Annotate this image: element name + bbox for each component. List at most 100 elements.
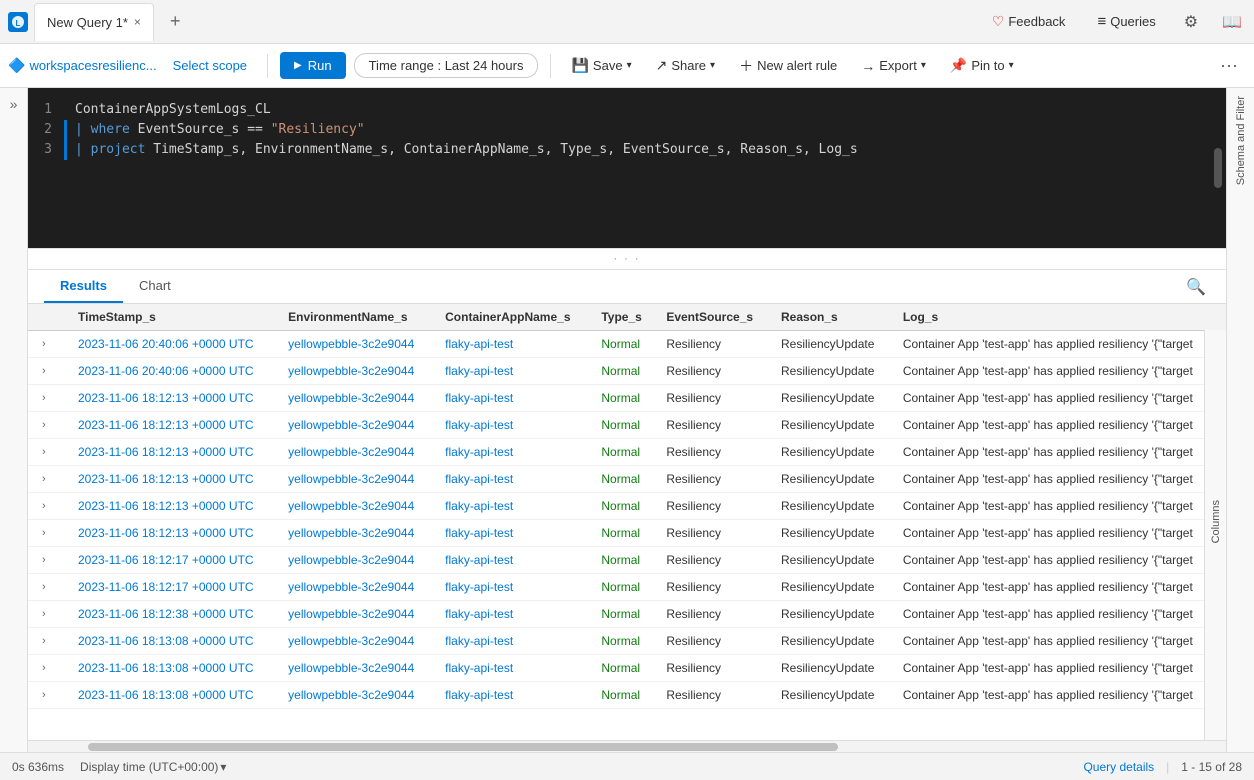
more-button[interactable]: ··· (1212, 51, 1246, 80)
row-expand-1[interactable]: › (28, 358, 68, 385)
col-header-appname[interactable]: ContainerAppName_s (435, 304, 591, 331)
query-details-link[interactable]: Query details (1083, 760, 1154, 774)
expand-button-3[interactable]: › (38, 417, 50, 433)
row-expand-11[interactable]: › (28, 628, 68, 655)
expand-button-2[interactable]: › (38, 390, 50, 406)
expand-button-4[interactable]: › (38, 444, 50, 460)
time-range-button[interactable]: Time range : Last 24 hours (354, 53, 539, 78)
divider-1 (267, 54, 268, 78)
table-row: › 2023-11-06 18:13:08 +0000 UTC yellowpe… (28, 655, 1226, 682)
scrollbar-thumb[interactable] (88, 743, 838, 751)
expand-button-10[interactable]: › (38, 606, 50, 622)
cell-log-2: Container App 'test-app' has applied res… (893, 385, 1226, 412)
row-expand-5[interactable]: › (28, 466, 68, 493)
row-expand-13[interactable]: › (28, 682, 68, 709)
timezone-dropdown-icon[interactable]: ▾ (220, 760, 226, 774)
cell-log-3: Container App 'test-app' has applied res… (893, 412, 1226, 439)
cell-source-8: Resiliency (656, 547, 771, 574)
share-button[interactable]: ↗ Share ▾ (648, 53, 723, 78)
code-line-2: 2 | where EventSource_s == "Resiliency" (28, 120, 1226, 140)
cell-env-9: yellowpebble-3c2e9044 (278, 574, 435, 601)
select-scope-button[interactable]: Select scope (165, 54, 255, 77)
code-editor[interactable]: 1 ContainerAppSystemLogs_CL 2 | where Ev… (28, 88, 1226, 248)
code-string-2: "Resiliency" (271, 122, 365, 137)
schema-filter-label[interactable]: Schema and Filter (1235, 88, 1247, 193)
queries-button[interactable]: ≡ Queries (1089, 9, 1163, 34)
columns-sidebar[interactable]: Columns (1204, 304, 1226, 740)
row-expand-7[interactable]: › (28, 520, 68, 547)
row-expand-4[interactable]: › (28, 439, 68, 466)
col-header-type[interactable]: Type_s (591, 304, 656, 331)
row-expand-10[interactable]: › (28, 601, 68, 628)
run-button[interactable]: ▶ Run (280, 52, 346, 79)
col-header-reason[interactable]: Reason_s (771, 304, 893, 331)
cell-source-3: Resiliency (656, 412, 771, 439)
row-expand-0[interactable]: › (28, 331, 68, 358)
book-icon[interactable]: 📖 (1218, 8, 1246, 36)
expand-button-8[interactable]: › (38, 552, 50, 568)
query-tab[interactable]: New Query 1* × (34, 3, 154, 41)
row-expand-2[interactable]: › (28, 385, 68, 412)
table-container[interactable]: TimeStamp_s EnvironmentName_s ContainerA… (28, 304, 1226, 740)
tab-chart[interactable]: Chart (123, 270, 187, 303)
results-search-button[interactable]: 🔍 (1182, 273, 1210, 301)
expand-button-11[interactable]: › (38, 633, 50, 649)
cell-env-5: yellowpebble-3c2e9044 (278, 466, 435, 493)
cell-env-3: yellowpebble-3c2e9044 (278, 412, 435, 439)
workspace-icon: 🔷 (8, 57, 25, 74)
columns-label[interactable]: Columns (1210, 492, 1222, 551)
expand-button-9[interactable]: › (38, 579, 50, 595)
cell-log-12: Container App 'test-app' has applied res… (893, 655, 1226, 682)
expand-button-13[interactable]: › (38, 687, 50, 703)
new-tab-button[interactable]: + (160, 5, 191, 38)
gear-icon[interactable]: ⚙ (1180, 8, 1202, 36)
cell-reason-8: ResiliencyUpdate (771, 547, 893, 574)
collapse-handle[interactable]: · · · (28, 248, 1226, 270)
cell-reason-6: ResiliencyUpdate (771, 493, 893, 520)
expand-button-5[interactable]: › (38, 471, 50, 487)
cell-timestamp-13: 2023-11-06 18:13:08 +0000 UTC (68, 682, 278, 709)
expand-button-12[interactable]: › (38, 660, 50, 676)
row-expand-12[interactable]: › (28, 655, 68, 682)
cell-timestamp-9: 2023-11-06 18:12:17 +0000 UTC (68, 574, 278, 601)
display-time-label: Display time (UTC+00:00) (80, 760, 218, 774)
results-tabs: Results Chart 🔍 (28, 270, 1226, 304)
feedback-label: Feedback (1008, 14, 1065, 29)
col-header-envname[interactable]: EnvironmentName_s (278, 304, 435, 331)
expand-button-1[interactable]: › (38, 363, 50, 379)
cell-app-5: flaky-api-test (435, 466, 591, 493)
save-button[interactable]: 💾 Save ▾ (563, 53, 639, 78)
cell-env-0: yellowpebble-3c2e9044 (278, 331, 435, 358)
new-alert-button[interactable]: ＋ New alert rule (731, 52, 845, 80)
row-expand-6[interactable]: › (28, 493, 68, 520)
row-expand-9[interactable]: › (28, 574, 68, 601)
run-label: Run (308, 58, 332, 73)
col-header-timestamp[interactable]: TimeStamp_s (68, 304, 278, 331)
expand-button-0[interactable]: › (38, 336, 50, 352)
cell-timestamp-10: 2023-11-06 18:12:38 +0000 UTC (68, 601, 278, 628)
cell-env-1: yellowpebble-3c2e9044 (278, 358, 435, 385)
schema-filter-panel[interactable]: Schema and Filter (1226, 88, 1254, 752)
feedback-button[interactable]: ♡ Feedback (984, 9, 1074, 34)
row-expand-8[interactable]: › (28, 547, 68, 574)
export-button[interactable]: → Export ▾ (853, 54, 934, 78)
pin-to-button[interactable]: 📌 Pin to ▾ (942, 53, 1022, 78)
tab-close-button[interactable]: × (134, 15, 141, 29)
title-bar-right: ♡ Feedback ≡ Queries ⚙ 📖 (984, 8, 1246, 36)
export-dropdown-icon: ▾ (921, 60, 926, 71)
line-content-1: ContainerAppSystemLogs_CL (67, 100, 1226, 120)
row-expand-3[interactable]: › (28, 412, 68, 439)
cell-type-4: Normal (591, 439, 656, 466)
tab-results[interactable]: Results (44, 270, 123, 303)
cell-reason-5: ResiliencyUpdate (771, 466, 893, 493)
code-line-3: 3 | project TimeStamp_s, EnvironmentName… (28, 140, 1226, 160)
horizontal-scrollbar[interactable] (28, 740, 1226, 752)
cell-source-10: Resiliency (656, 601, 771, 628)
cell-reason-7: ResiliencyUpdate (771, 520, 893, 547)
expand-button-7[interactable]: › (38, 525, 50, 541)
sidebar-toggle-button[interactable]: » (0, 88, 28, 752)
col-header-log[interactable]: Log_s (893, 304, 1226, 331)
col-header-eventsource[interactable]: EventSource_s (656, 304, 771, 331)
expand-button-6[interactable]: › (38, 498, 50, 514)
workspace-button[interactable]: 🔷 workspacesresilienc... (8, 57, 157, 74)
